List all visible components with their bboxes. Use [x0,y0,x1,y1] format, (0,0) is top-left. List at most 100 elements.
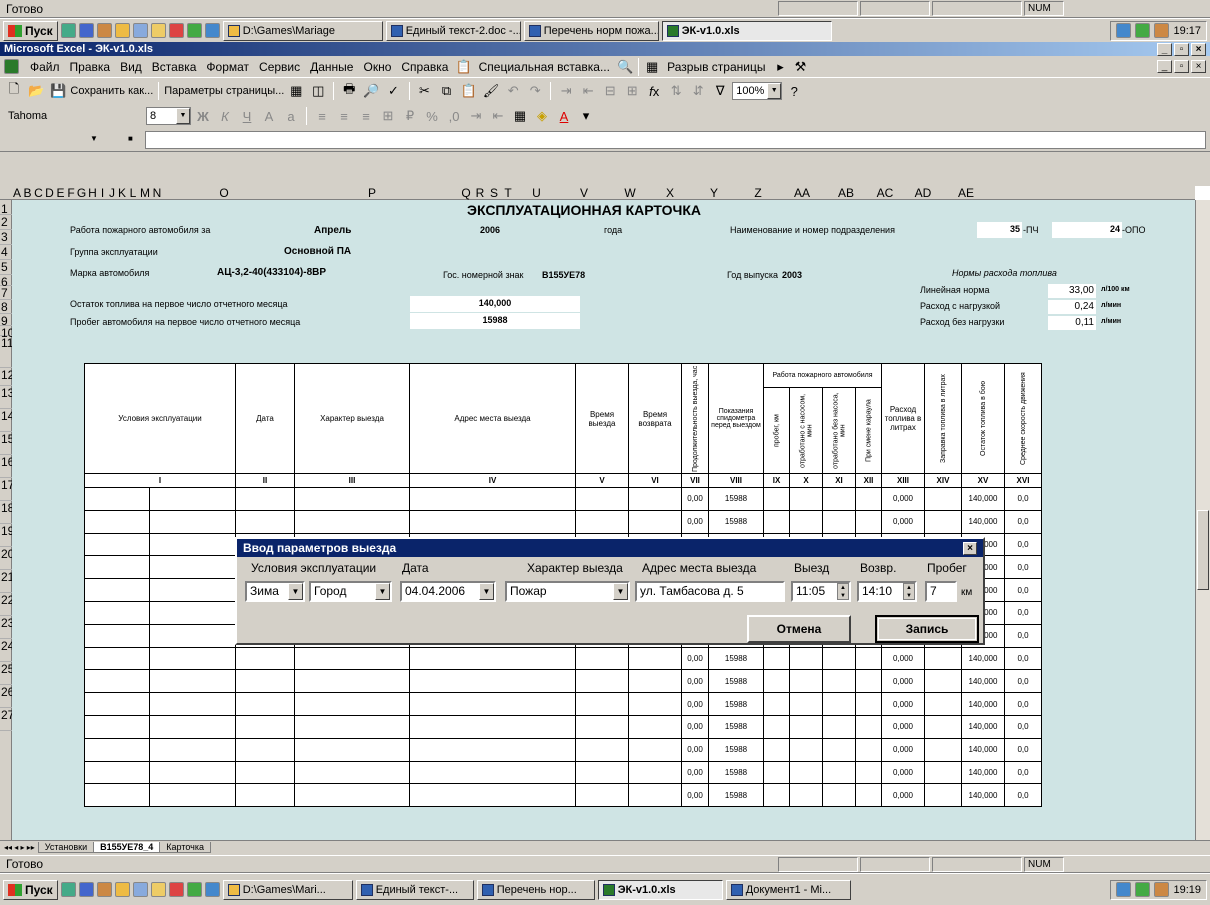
table-cell[interactable] [409,737,576,762]
table-cell[interactable] [822,783,856,808]
table-cell[interactable]: 140,000 [961,646,1005,671]
taskbar-task[interactable]: Перечень норм пожа... [523,20,659,41]
table-cell[interactable] [575,646,629,671]
row-header[interactable]: 13 [0,386,14,409]
column-header-y[interactable]: Y [690,186,738,200]
print-icon[interactable]: 🖶 [339,81,359,101]
table-cell[interactable] [855,509,882,534]
table-cell[interactable]: 140,000 [961,714,1005,739]
row-header[interactable]: 24 [0,639,14,662]
table-cell[interactable]: 0,0 [1004,760,1042,785]
font-grow-icon[interactable]: A [259,106,279,126]
tray-icon[interactable] [1135,23,1151,38]
tab-card[interactable]: Карточка [159,842,211,853]
speaker-icon[interactable] [1154,23,1170,38]
table-cell[interactable] [84,714,150,739]
name-box[interactable] [3,131,63,149]
table-cell[interactable]: 140,000 [961,760,1005,785]
table-cell[interactable] [822,737,856,762]
column-header-ac[interactable]: AC [866,186,904,200]
norm-noload-value[interactable]: 0,11 [1048,316,1096,330]
excel-doc-icon[interactable] [4,59,19,74]
quicklaunch-icon[interactable] [78,23,94,38]
table-cell[interactable] [628,737,682,762]
row-header[interactable]: 27 [0,708,14,731]
column-header-aa[interactable]: AA [778,186,826,200]
table-cell[interactable] [294,760,410,785]
column-header-m[interactable]: M [139,186,151,200]
start-button[interactable]: Пуск [3,879,58,900]
table-cell[interactable]: 0,000 [881,646,925,671]
quicklaunch-icon[interactable] [150,23,166,38]
taskbar-task[interactable]: Единый текст-... [355,879,474,900]
table-cell[interactable] [822,646,856,671]
table-cell[interactable]: 0,00 [681,509,709,534]
page-break-icon[interactable]: ▦ [642,57,662,77]
table-cell[interactable]: 0,0 [1004,487,1042,511]
quicklaunch-icon[interactable] [78,882,94,897]
norm-linear-value[interactable]: 33,00 [1048,284,1096,298]
formula-equals-icon[interactable]: ■ [128,134,133,143]
table-cell[interactable] [149,646,236,671]
table-cell[interactable] [84,578,150,602]
menu-page-break[interactable]: Разрыв страницы [662,58,770,76]
borders-icon[interactable]: ▦ [510,106,530,126]
table-cell[interactable] [855,487,882,511]
quicklaunch-icon[interactable] [186,23,202,38]
table-cell[interactable] [924,783,962,808]
table-cell[interactable] [149,487,236,511]
mileage-input[interactable]: 7 [925,581,957,602]
table-cell[interactable]: 140,000 [961,669,1005,694]
table-cell[interactable] [628,646,682,671]
table-cell[interactable]: 0,00 [681,760,709,785]
column-header-x[interactable]: X [650,186,690,200]
table-cell[interactable] [789,692,823,716]
table-cell[interactable] [628,509,682,534]
table-cell[interactable] [409,760,576,785]
taskbar-task-active[interactable]: ЭК-v1.0.xls [597,879,723,900]
table-cell[interactable] [235,783,295,808]
column-header-e[interactable]: E [55,186,66,200]
menu-window[interactable]: Окно [358,58,396,76]
unit-number-2[interactable]: 24 [1052,222,1122,238]
new-icon[interactable]: 🗋 [4,81,24,101]
quicklaunch-icon[interactable] [132,882,148,897]
font-shrink-icon[interactable]: a [281,106,301,126]
table-cell[interactable]: 0,00 [681,737,709,762]
taskbar-task[interactable]: Единый текст-2.doc -... [385,20,521,41]
menu-insert[interactable]: Вставка [147,58,202,76]
name-box-dropdown-icon[interactable]: ▼ [90,134,98,143]
table-cell[interactable]: 0,0 [1004,737,1042,762]
underline-icon[interactable]: Ч [237,106,257,126]
table-cell[interactable] [855,692,882,716]
table-cell[interactable]: 0,0 [1004,600,1042,625]
row-header[interactable]: 19 [0,524,14,547]
table-cell[interactable] [409,692,576,716]
table-cell[interactable] [789,714,823,739]
table-cell[interactable]: 15988 [708,737,764,762]
outdent-icon[interactable]: ⇤ [488,106,508,126]
column-header-a[interactable]: A [12,186,22,200]
doc-minimize-button[interactable]: _ [1157,60,1172,73]
row-header[interactable]: 8 [0,300,12,314]
quicklaunch-icon[interactable] [114,23,130,38]
table-cell[interactable]: 0,0 [1004,783,1042,808]
table-cell[interactable]: 0,0 [1004,692,1042,716]
table-cell[interactable] [409,783,576,808]
format-painter-icon[interactable]: 🖌 [481,81,502,101]
delete-row-icon[interactable]: ⊟ [600,81,620,101]
column-header-ab[interactable]: AB [826,186,866,200]
insert-col-icon[interactable]: ⇤ [578,81,598,101]
table-cell[interactable] [84,509,150,534]
sort-desc-icon[interactable]: ⇵ [688,81,708,101]
table-cell[interactable]: 0,000 [881,692,925,716]
restore-button[interactable]: ▫ [1174,42,1189,56]
dialog-close-icon[interactable]: × [963,541,977,555]
redo-icon[interactable]: ↷ [525,81,545,101]
zoom-select[interactable]: 100% ▼ [732,82,783,100]
column-header-z[interactable]: Z [738,186,778,200]
save-as-button[interactable]: Сохранить как... [70,85,153,97]
table-cell[interactable] [294,646,410,671]
column-header-u[interactable]: U [515,186,558,200]
table-cell[interactable] [84,646,150,671]
